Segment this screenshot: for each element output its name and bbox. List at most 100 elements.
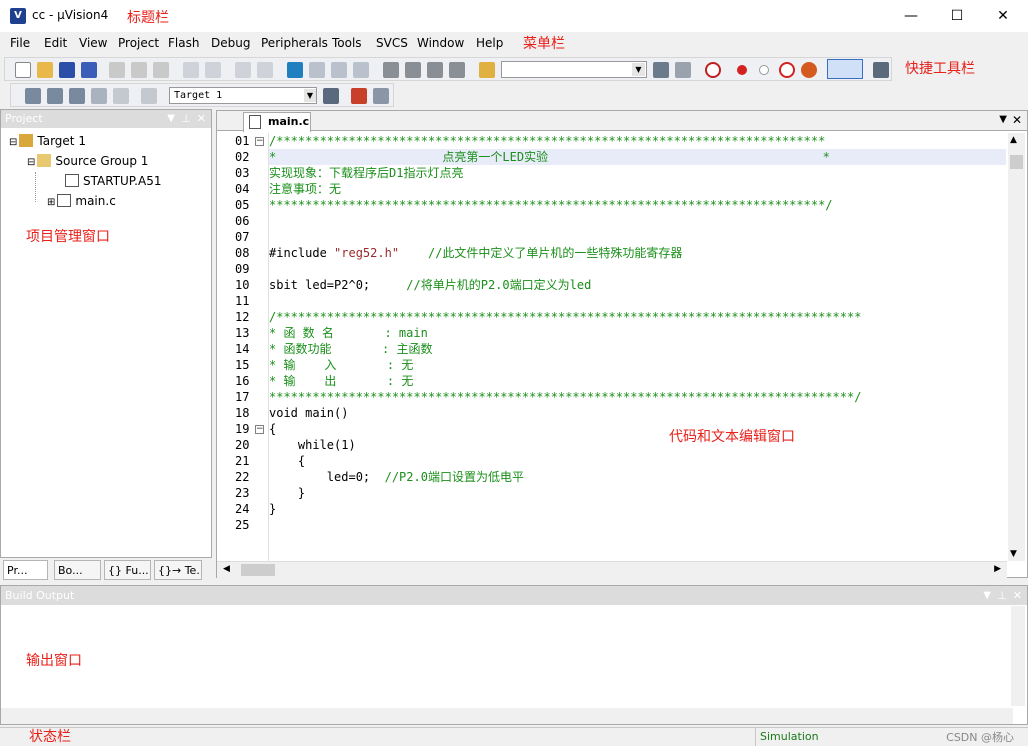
manage-components-icon[interactable] [351,88,367,104]
clear-bookmarks-icon[interactable] [353,62,369,78]
unindent-icon[interactable] [405,62,421,78]
scroll-left-icon[interactable]: ◀ [223,564,230,574]
menu-peripherals[interactable]: Peripherals [261,36,328,50]
collapse-icon[interactable]: ⊟ [9,137,17,148]
scroll-down-icon[interactable]: ▼ [1010,549,1017,559]
minimize-button[interactable]: — [888,0,934,32]
forward-icon[interactable] [257,62,273,78]
build-icon[interactable] [47,88,63,104]
pane-close-icon[interactable]: ✕ [197,110,206,128]
tab-templates[interactable]: {}→ Te... [154,560,202,580]
fold-toggle-icon[interactable]: − [255,137,264,146]
target-options-icon[interactable] [323,88,339,104]
output-pin-icon[interactable]: ⊥ [997,586,1007,605]
download-icon[interactable] [141,88,157,104]
tree-connector [35,172,36,202]
expand-icon[interactable]: ⊞ [47,197,55,208]
stop-build-icon[interactable] [113,88,129,104]
vscroll-thumb[interactable] [1010,155,1023,169]
tree-target[interactable]: ⊟ Target 1 [9,134,86,148]
breakpoint-icon[interactable] [737,65,747,75]
vertical-scrollbar[interactable]: ▲ ▼ [1008,133,1025,561]
kill-breakpoints-icon[interactable] [779,62,795,78]
back-icon[interactable] [235,62,251,78]
redo-icon[interactable] [205,62,221,78]
menu-svcs[interactable]: SVCS [376,36,408,50]
fold-toggle-icon[interactable]: − [255,425,264,434]
maximize-button[interactable]: ☐ [934,0,980,32]
tab-list-chevron-icon[interactable]: ▼ [999,114,1007,125]
configure-icon[interactable] [873,62,889,78]
copy-icon[interactable] [131,62,147,78]
incremental-find-icon[interactable] [675,62,691,78]
disable-breakpoint-icon[interactable] [759,65,769,75]
paste-icon[interactable] [153,62,169,78]
tree-file-startup[interactable]: STARTUP.A51 [65,174,161,188]
scroll-up-icon[interactable]: ▲ [1010,135,1017,145]
output-close-icon[interactable]: ✕ [1013,586,1022,605]
tab-main-c[interactable]: main.c [243,112,311,132]
tree-group[interactable]: ⊟ Source Group 1 [27,154,148,168]
code-line: * 函数功能 : 主函数 [269,342,433,356]
menu-help[interactable]: Help [476,36,503,50]
group-collapse-icon[interactable]: ⊟ [27,157,35,168]
menu-tools[interactable]: Tools [332,36,362,50]
window-layout-button[interactable] [827,59,863,79]
find-combo[interactable]: ▼ [501,61,647,78]
menu-window[interactable]: Window [417,36,464,50]
new-file-icon[interactable] [15,62,31,78]
save-icon[interactable] [59,62,75,78]
pin-icon[interactable]: ⊥ [181,110,191,128]
horizontal-scrollbar[interactable]: ◀ ▶ [217,561,1007,578]
comment-icon[interactable] [427,62,443,78]
close-button[interactable]: ✕ [980,0,1026,32]
build-output-header: Build Output ▼ ⊥ ✕ [1,586,1027,605]
clear-breakpoints-icon[interactable] [801,62,817,78]
prev-bookmark-icon[interactable] [309,62,325,78]
save-all-icon[interactable] [81,62,97,78]
cut-icon[interactable] [109,62,125,78]
open-folder-icon[interactable] [37,62,53,78]
tree-file-startup-label: STARTUP.A51 [83,174,162,188]
code-line: ****************************************… [269,198,833,212]
target-chevron-down-icon[interactable]: ▼ [304,89,316,102]
line-number: 15 [235,358,250,372]
debug-session-icon[interactable] [705,62,721,78]
translate-icon[interactable] [25,88,41,104]
menu-view[interactable]: View [79,36,107,50]
hscroll-thumb[interactable] [241,564,275,576]
find-icon[interactable] [653,62,669,78]
select-packs-icon[interactable] [373,88,389,104]
tab-close-icon[interactable]: ✕ [1012,113,1022,127]
chevron-down-icon[interactable]: ▼ [632,63,645,76]
code-area[interactable]: /***************************************… [268,133,1006,561]
menu-file[interactable]: File [10,36,30,50]
output-hscroll[interactable] [1,708,1013,724]
output-menu-icon[interactable]: ▼ [983,586,991,605]
pane-menu-icon[interactable]: ▼ [167,110,175,128]
batch-build-icon[interactable] [91,88,107,104]
menu-edit[interactable]: Edit [44,36,67,50]
menu-project[interactable]: Project [118,36,159,50]
uncomment-icon[interactable] [449,62,465,78]
build-output-pane: Build Output ▼ ⊥ ✕ [0,585,1028,725]
rebuild-icon[interactable] [69,88,85,104]
bookmark-icon[interactable] [287,62,303,78]
tree-file-main[interactable]: ⊞ main.c [47,194,116,208]
indent-icon[interactable] [383,62,399,78]
output-vscroll[interactable] [1011,606,1025,706]
tab-books[interactable]: Bo... [54,560,101,580]
menu-debug[interactable]: Debug [211,36,250,50]
target-select[interactable]: Target 1 [169,87,317,104]
code-line: void main() [269,406,349,420]
find-in-files-icon[interactable] [479,62,495,78]
menu-flash[interactable]: Flash [168,36,199,50]
tab-functions[interactable]: {} Fu... [104,560,151,580]
next-bookmark-icon[interactable] [331,62,347,78]
scroll-right-icon[interactable]: ▶ [994,564,1001,574]
tab-project[interactable]: Pr... [3,560,48,580]
line-number: 07 [235,230,250,244]
undo-icon[interactable] [183,62,199,78]
